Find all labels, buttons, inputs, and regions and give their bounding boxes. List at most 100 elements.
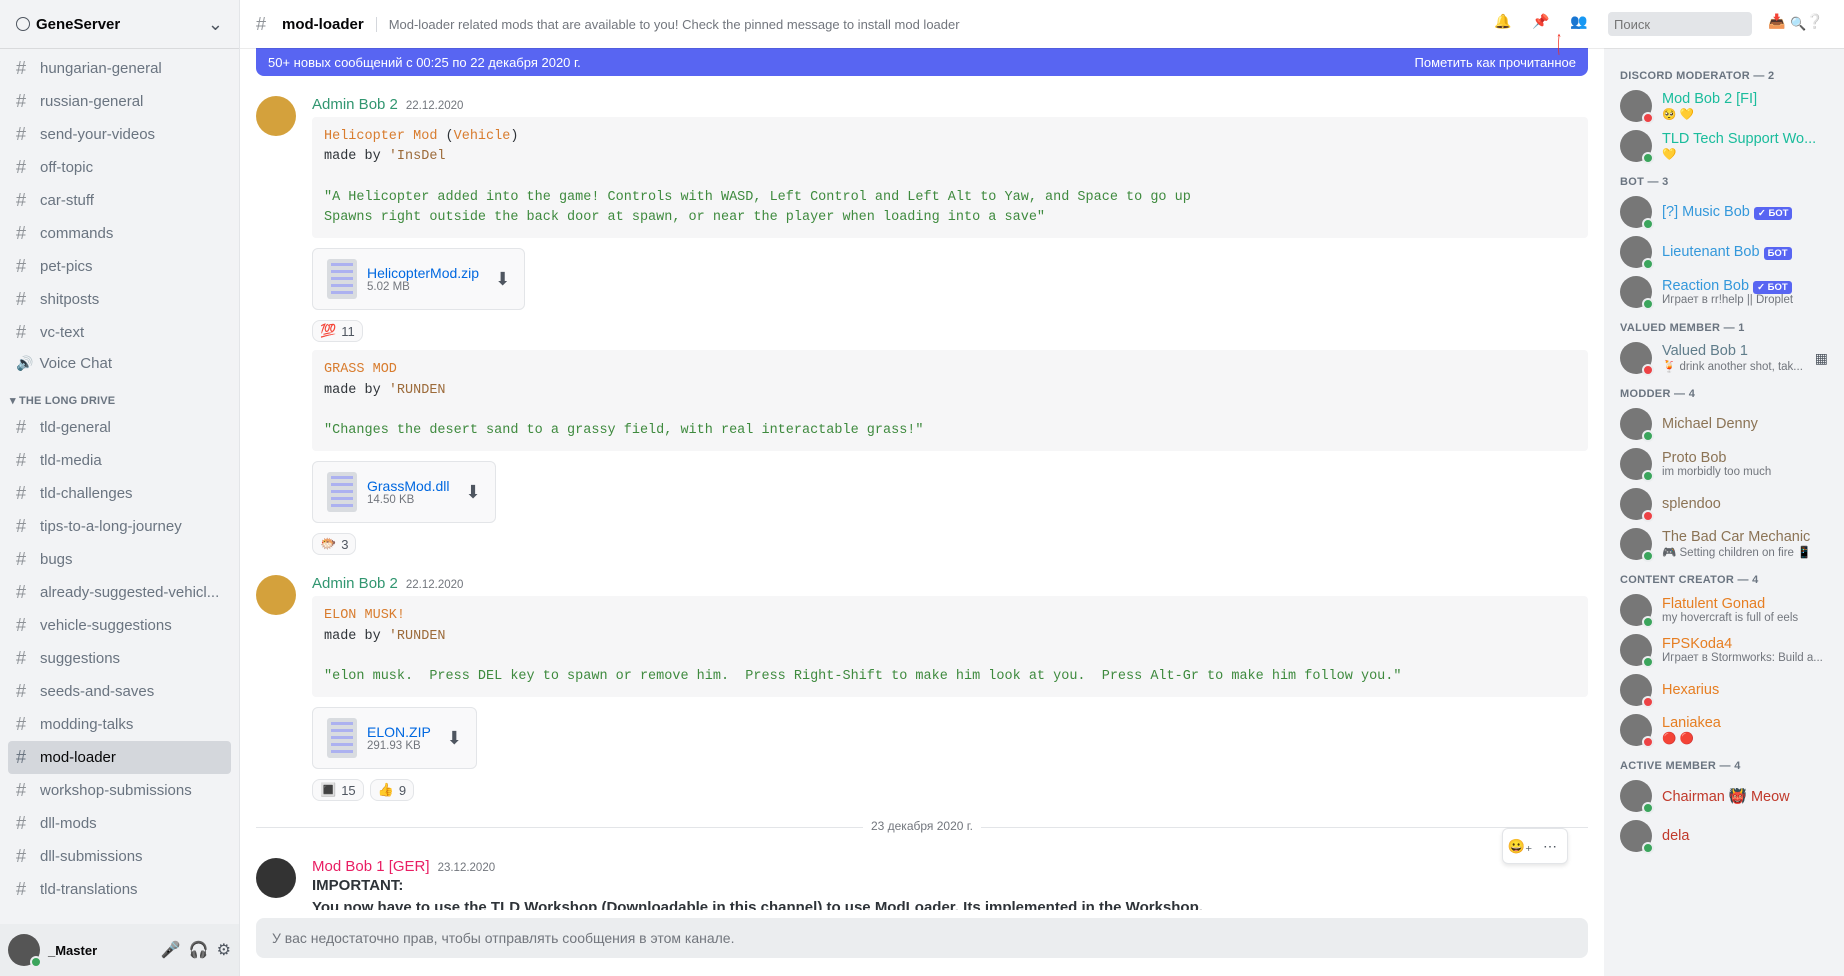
member-row[interactable]: splendoo [1612, 484, 1836, 524]
avatar[interactable] [256, 575, 296, 615]
message-author[interactable]: Admin Bob 2 [312, 96, 398, 113]
channel-item[interactable]: #bugs [8, 543, 231, 576]
channel-label: tld-challenges [40, 485, 133, 502]
channel-item[interactable]: #dll-mods [8, 807, 231, 840]
channel-label: hungarian-general [40, 60, 162, 77]
messages-scroll[interactable]: Admin Bob 2 22.12.2020 Helicopter Mod (V… [256, 88, 1588, 910]
server-header[interactable]: GeneServer ⌄ [0, 0, 239, 48]
member-row[interactable]: Chairman 👹 Meow [1612, 776, 1836, 816]
channel-item[interactable]: #seeds-and-saves [8, 675, 231, 708]
channel-topic[interactable]: Mod-loader related mods that are availab… [376, 17, 960, 32]
reaction[interactable]: 👍9 [370, 779, 414, 801]
help-icon[interactable]: ❔ [1806, 13, 1828, 35]
category-label[interactable]: ▾ THE LONG DRIVE [8, 378, 231, 411]
reaction[interactable]: 🐡3 [312, 533, 356, 555]
hash-icon: # [16, 58, 34, 79]
member-row[interactable]: Lieutenant BobБОТ [1612, 232, 1836, 272]
add-reaction-icon[interactable]: 😀₊ [1506, 832, 1534, 860]
settings-icon[interactable]: ⚙ [217, 940, 231, 960]
more-icon[interactable]: ⋯ [1536, 832, 1564, 860]
channel-item[interactable]: #commands [8, 217, 231, 250]
members-icon[interactable]: 👥 [1570, 13, 1592, 35]
member-avatar [1620, 634, 1652, 666]
message-author[interactable]: Mod Bob 1 [GER] [312, 858, 430, 875]
channel-item[interactable]: #already-suggested-vehicl... [8, 576, 231, 609]
message: Admin Bob 2 22.12.2020 ELON MUSK! made b… [256, 567, 1588, 813]
download-icon[interactable]: ⬇ [465, 482, 480, 503]
channel-item[interactable]: 🔊Voice Chat [8, 349, 231, 378]
channel-item[interactable]: #vehicle-suggestions [8, 609, 231, 642]
member-avatar [1620, 408, 1652, 440]
channel-item[interactable]: #suggestions [8, 642, 231, 675]
channel-item[interactable]: #tld-translations [8, 873, 231, 906]
member-row[interactable]: Flatulent Gonadmy hovercraft is full of … [1612, 590, 1836, 630]
search-input[interactable] [1614, 17, 1790, 32]
member-row[interactable]: The Bad Car Mechanic🎮 Setting children o… [1612, 524, 1836, 564]
member-row[interactable]: TLD Tech Support Wo...💛 [1612, 126, 1836, 166]
message-author[interactable]: Admin Bob 2 [312, 575, 398, 592]
member-status: Играет в Stormworks: Build a... [1662, 652, 1828, 664]
member-row[interactable]: Laniakea🔴 🔴 [1612, 710, 1836, 750]
member-row[interactable]: Hexarius [1612, 670, 1836, 710]
new-messages-bar[interactable]: 50+ новых сообщений с 00:25 по 22 декабр… [256, 48, 1588, 76]
member-row[interactable]: Reaction Bob✓ БОТИграет в rr!help || Dro… [1612, 272, 1836, 312]
channel-item[interactable]: # tld-challenges [8, 477, 231, 510]
channel-item[interactable]: # hungarian-general [8, 52, 231, 85]
channel-item[interactable]: #off-topic [8, 151, 231, 184]
hash-icon: # [16, 124, 34, 145]
self-avatar[interactable] [8, 934, 40, 966]
mark-read-button[interactable]: Пометить как прочитанное [1415, 55, 1576, 70]
channel-item[interactable]: #shitposts [8, 283, 231, 316]
channel-item[interactable]: #car-stuff [8, 184, 231, 217]
reaction[interactable]: 💯11 [312, 320, 363, 342]
member-row[interactable]: Michael Denny [1612, 404, 1836, 444]
file-attachment[interactable]: GrassMod.dll 14.50 KB ⬇ [312, 461, 496, 523]
channel-item[interactable]: #mod-loader [8, 741, 231, 774]
channel-label: tld-general [40, 419, 111, 436]
channel-item[interactable]: #modding-talks [8, 708, 231, 741]
member-avatar [1620, 528, 1652, 560]
file-name[interactable]: ELON.ZIP [367, 724, 431, 740]
member-row[interactable]: Proto Bobim morbidly too much [1612, 444, 1836, 484]
member-row[interactable]: Mod Bob 2 [FI]🥺 💛 [1612, 86, 1836, 126]
channel-item[interactable]: #tips-to-a-long-journey [8, 510, 231, 543]
search-box[interactable]: 🔍 [1608, 12, 1752, 36]
self-username[interactable]: _Master [48, 943, 153, 958]
chevron-down-icon[interactable]: ⌄ [208, 14, 223, 35]
reaction[interactable]: 🔳15 [312, 779, 364, 801]
inbox-icon[interactable]: 📥 [1768, 13, 1790, 35]
notifications-icon[interactable]: 🔔 [1494, 13, 1516, 35]
chat-column: 50+ новых сообщений с 00:25 по 22 декабр… [240, 48, 1604, 976]
download-icon[interactable]: ⬇ [447, 728, 462, 749]
download-icon[interactable]: ⬇ [495, 269, 510, 290]
avatar[interactable] [256, 96, 296, 136]
channel-item[interactable]: #tld-media [8, 444, 231, 477]
channel-item[interactable]: #workshop-submissions [8, 774, 231, 807]
channel-item[interactable]: #dll-submissions [8, 840, 231, 873]
hash-icon: # [16, 483, 34, 504]
member-row[interactable]: FPSKoda4Играет в Stormworks: Build a... [1612, 630, 1836, 670]
pinned-icon[interactable]: 📌 [1532, 13, 1554, 35]
channel-item[interactable]: #tld-general [8, 411, 231, 444]
file-name[interactable]: HelicopterMod.zip [367, 265, 479, 281]
channel-item[interactable]: #pet-pics [8, 250, 231, 283]
member-row[interactable]: dela [1612, 816, 1836, 856]
member-row[interactable]: Valued Bob 1🍹 drink another shot, tak...… [1612, 338, 1836, 378]
member-row[interactable]: [?] Music Bob✓ БОТ [1612, 192, 1836, 232]
channel-item[interactable]: #russian-general [8, 85, 231, 118]
member-name: Laniakea [1662, 715, 1828, 731]
channel-item[interactable]: #vc-text [8, 316, 231, 349]
channel-item[interactable]: # send-your-videos [8, 118, 231, 151]
channel-list[interactable]: # hungarian-general #russian-general # send-… [0, 48, 239, 924]
server-badge-icon [16, 17, 30, 31]
channel-label: off-topic [40, 159, 93, 176]
members-list[interactable]: DISCORD MODERATOR — 2Mod Bob 2 [FI]🥺 💛TL… [1604, 48, 1844, 976]
file-name[interactable]: GrassMod.dll [367, 478, 449, 494]
file-attachment[interactable]: ELON.ZIP 291.93 KB ⬇ [312, 707, 477, 769]
mute-icon[interactable]: 🎤 [161, 940, 181, 960]
file-size: 14.50 KB [367, 494, 449, 506]
avatar[interactable] [256, 858, 296, 898]
channel-label: send-your-videos [40, 126, 155, 143]
file-attachment[interactable]: HelicopterMod.zip 5.02 MB ⬇ [312, 248, 525, 310]
deafen-icon[interactable]: 🎧 [189, 940, 209, 960]
